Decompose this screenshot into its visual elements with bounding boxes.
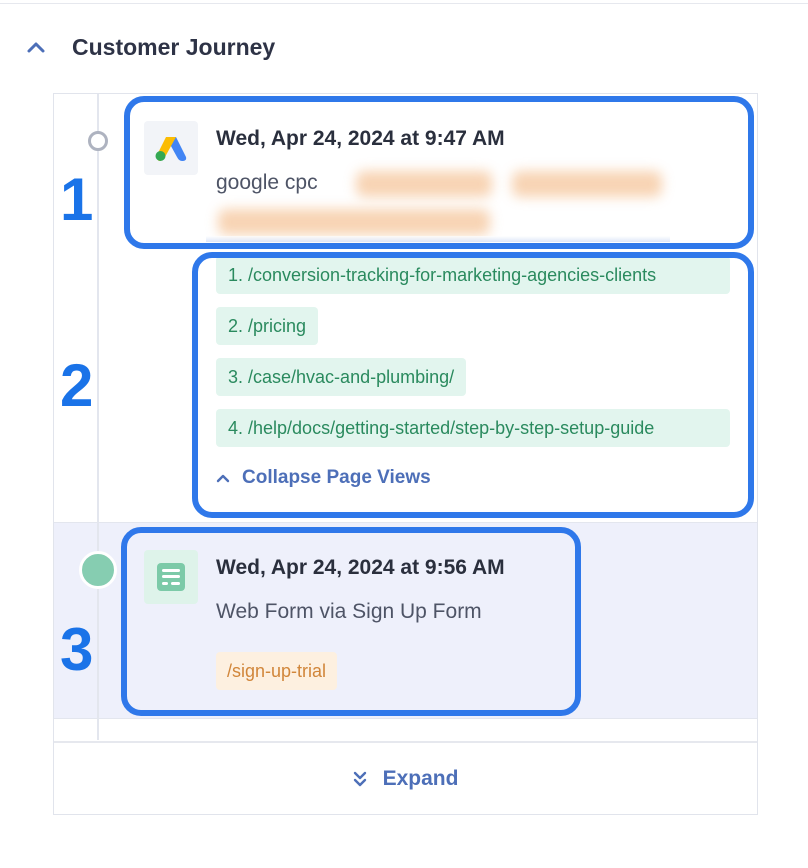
timeline-line: [97, 94, 99, 740]
chevron-up-icon[interactable]: [24, 35, 48, 59]
customer-journey-header[interactable]: Customer Journey: [24, 30, 275, 64]
expand-button[interactable]: Expand: [54, 743, 757, 814]
section-title: Customer Journey: [72, 33, 276, 60]
top-divider: [0, 3, 808, 4]
highlight-box-2: [192, 252, 754, 518]
annotation-step-1: 1: [60, 166, 94, 233]
timeline-dot-filled: [79, 551, 117, 589]
highlight-box-3: [121, 527, 581, 716]
expand-label: Expand: [382, 766, 459, 790]
annotation-step-3: 3: [60, 616, 94, 683]
highlight-box-1: [124, 96, 754, 249]
annotation-step-2: 2: [60, 352, 94, 419]
double-chevron-down-icon: [353, 771, 367, 787]
timeline-dot-hollow: [88, 131, 108, 151]
